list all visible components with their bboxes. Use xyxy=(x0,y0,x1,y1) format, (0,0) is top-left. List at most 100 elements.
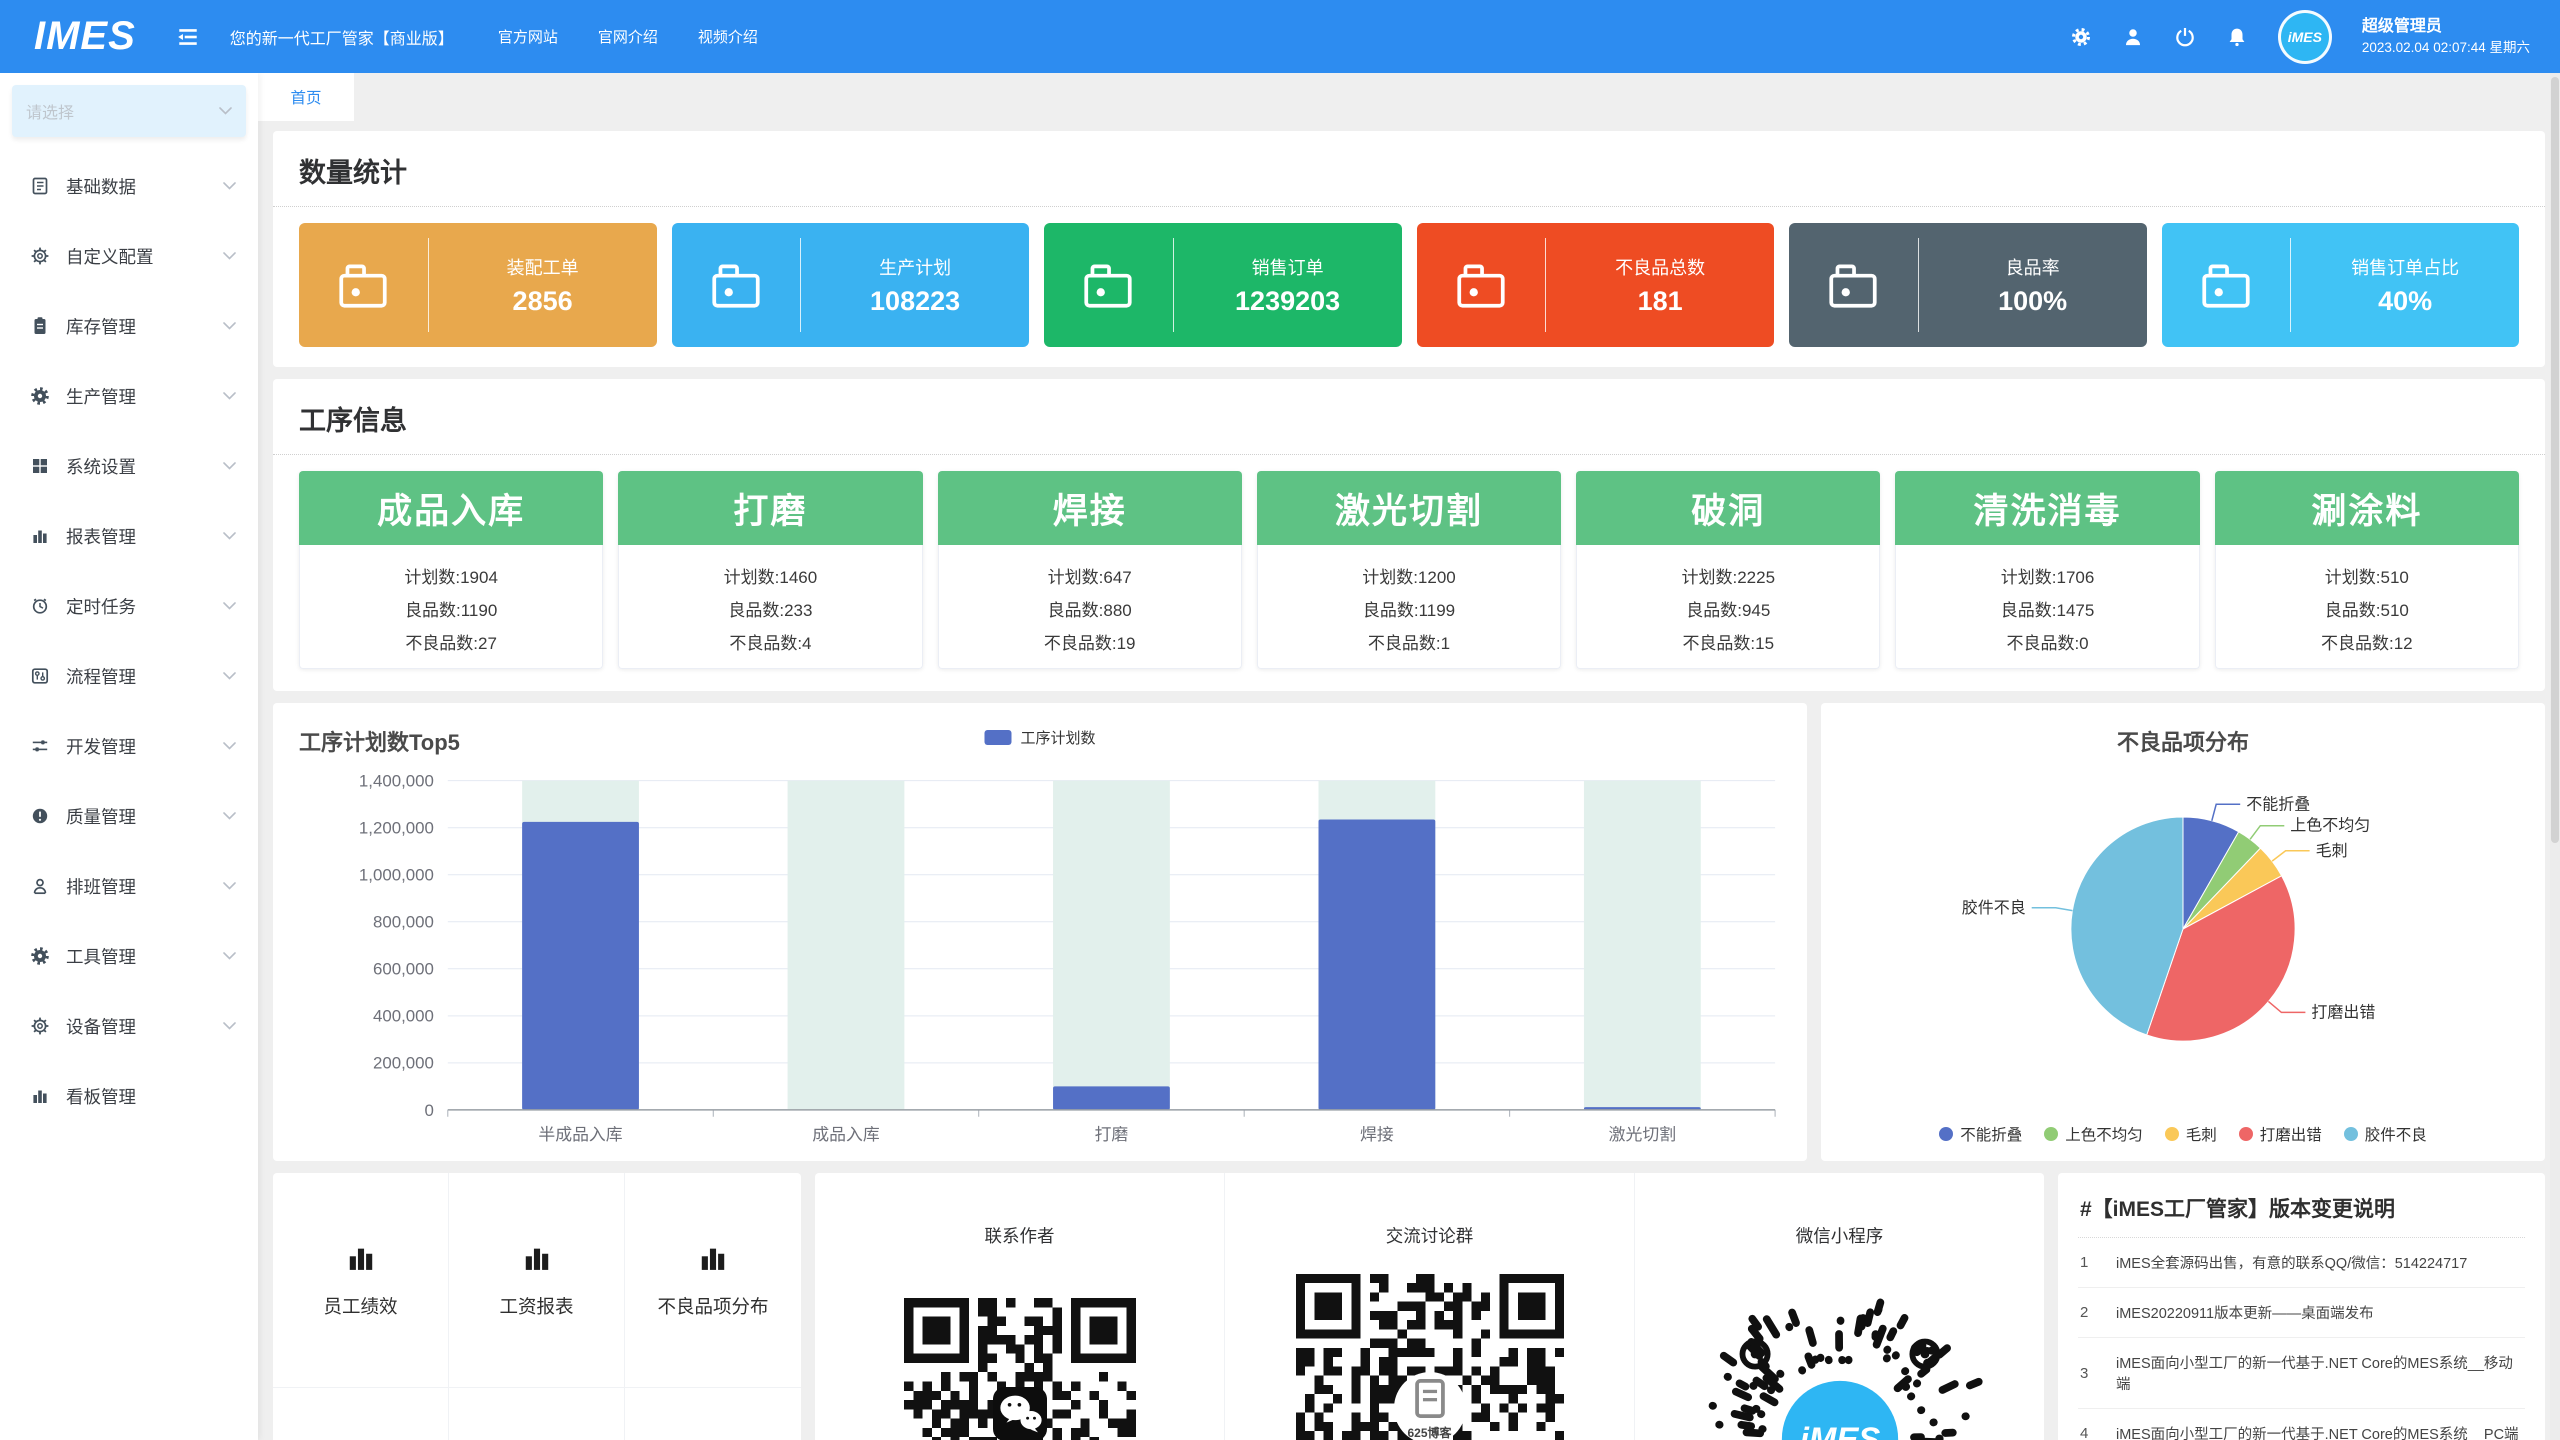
folder-icon xyxy=(672,256,801,314)
sidebar-item-production[interactable]: 生产管理 xyxy=(0,361,258,431)
chevron-down-icon xyxy=(223,322,236,330)
sidebar-item-shift[interactable]: 排班管理 xyxy=(0,851,258,921)
svg-text:400,000: 400,000 xyxy=(373,1007,434,1026)
scrollbar-thumb[interactable] xyxy=(2551,77,2559,843)
sidebar-item-custom-config[interactable]: 自定义配置 xyxy=(0,221,258,291)
bar-chart-legend[interactable]: 工序计划数 xyxy=(984,727,1095,748)
bar-chart-icon xyxy=(342,1241,380,1275)
sidebar-item-quality[interactable]: 质量管理 xyxy=(0,781,258,851)
bar-chart: 0200,000400,000600,000800,0001,000,0001,… xyxy=(299,765,1787,1153)
tab-bar: 首页 xyxy=(258,73,2560,121)
folder-icon xyxy=(1789,256,1918,314)
qr-section-author: 联系作者 扫一扫上面的二维码图案，加我为朋友。 xyxy=(815,1173,1224,1440)
alarm-clock-icon xyxy=(30,596,50,616)
bar-chart-icon xyxy=(694,1241,732,1275)
sidebar-item-base-data[interactable]: 基础数据 xyxy=(0,151,258,221)
folder-icon xyxy=(299,256,428,314)
chevron-down-icon xyxy=(223,952,236,960)
svg-text:600,000: 600,000 xyxy=(373,960,434,979)
nav-link-site-intro[interactable]: 官网介绍 xyxy=(598,26,658,47)
report-shortcuts-panel: 员工绩效 工资报表 不良品项分布 不良品项汇总 生产报表 产量统计 xyxy=(273,1173,801,1440)
svg-text:0: 0 xyxy=(425,1101,434,1120)
sidebar-item-development[interactable]: 开发管理 xyxy=(0,711,258,781)
notification-bell-icon[interactable] xyxy=(2226,26,2248,48)
sidebar-item-kanban[interactable]: 看板管理 xyxy=(0,1061,258,1131)
shortcut-production-report[interactable]: 生产报表 xyxy=(449,1388,625,1440)
changelog-item[interactable]: 2iMES20220911版本更新——桌面端发布 xyxy=(2078,1288,2525,1338)
changelog-title: #【iMES工厂管家】版本变更说明 xyxy=(2078,1189,2525,1238)
svg-text:1,000,000: 1,000,000 xyxy=(359,866,434,885)
legend-item[interactable]: 毛刺 xyxy=(2165,1123,2217,1145)
chevron-down-icon xyxy=(223,462,236,470)
process-card: 激光切割计划数:1200良品数:1199不良品数:1 xyxy=(1257,471,1561,669)
changelog-item[interactable]: 3iMES面向小型工厂的新一代基于.NET Core的MES系统__移动端 xyxy=(2078,1338,2525,1409)
chevron-down-icon xyxy=(223,252,236,260)
page-scrollbar[interactable] xyxy=(2550,73,2560,1440)
section-title-process: 工序信息 xyxy=(273,379,2545,455)
sidebar-item-system-settings[interactable]: 系统设置 xyxy=(0,431,258,501)
chevron-down-icon xyxy=(223,532,236,540)
process-card: 破洞计划数:2225良品数:945不良品数:15 xyxy=(1576,471,1880,669)
gear-outline-icon xyxy=(30,1016,50,1036)
process-card: 涮涂料计划数:510良品数:510不良品数:12 xyxy=(2215,471,2519,669)
sidebar-item-workflow[interactable]: 流程管理 xyxy=(0,641,258,711)
stat-card-production-plans: 生产计划108223 xyxy=(672,223,1030,347)
shortcut-output-stats[interactable]: 产量统计 xyxy=(625,1388,801,1440)
shortcut-salary-report[interactable]: 工资报表 xyxy=(449,1173,625,1388)
legend-item[interactable]: 上色不均匀 xyxy=(2044,1123,2143,1145)
sidebar-collapse-icon[interactable] xyxy=(176,27,200,47)
sidebar-item-reports[interactable]: 报表管理 xyxy=(0,501,258,571)
wechat-qr-code xyxy=(904,1298,1136,1440)
nav-link-video-intro[interactable]: 视频介绍 xyxy=(698,26,758,47)
nav-links: 官方网站 官网介绍 视频介绍 xyxy=(498,26,758,47)
changelog-item[interactable]: 4iMES面向小型工厂的新一代基于.NET Core的MES系统__PC端 xyxy=(2078,1409,2525,1440)
process-card: 成品入库计划数:1904良品数:1190不良品数:27 xyxy=(299,471,603,669)
stat-card-sales-ratio: 销售订单占比40% xyxy=(2162,223,2520,347)
legend-item[interactable]: 胶件不良 xyxy=(2344,1123,2427,1145)
sidebar-item-tools[interactable]: 工具管理 xyxy=(0,921,258,991)
datetime: 2023.02.04 02:07:44 星期六 xyxy=(2362,38,2530,58)
chevron-down-icon xyxy=(223,742,236,750)
process-card: 焊接计划数:647良品数:880不良品数:19 xyxy=(938,471,1242,669)
charts-row: 工序计划数Top5 工序计划数 0200,000400,000600,00080… xyxy=(273,703,2545,1161)
sidebar-item-inventory[interactable]: 库存管理 xyxy=(0,291,258,361)
process-cards-row: 成品入库计划数:1904良品数:1190不良品数:27 打磨计划数:1460良品… xyxy=(273,455,2545,691)
sidebar-item-equipment[interactable]: 设备管理 xyxy=(0,991,258,1061)
main-content: 数量统计 装配工单2856 生产计划108223 销售订单1239203 不良品… xyxy=(258,121,2560,1440)
process-card: 清洗消毒计划数:1706良品数:1475不良品数:0 xyxy=(1895,471,2199,669)
svg-text:焊接: 焊接 xyxy=(1360,1125,1394,1144)
shortcut-defect-distribution[interactable]: 不良品项分布 xyxy=(625,1173,801,1388)
quantity-stats-panel: 数量统计 装配工单2856 生产计划108223 销售订单1239203 不良品… xyxy=(273,131,2545,367)
bar-chart-panel: 工序计划数Top5 工序计划数 0200,000400,000600,00080… xyxy=(273,703,1807,1161)
folder-icon xyxy=(2162,256,2291,314)
process-info-panel: 工序信息 成品入库计划数:1904良品数:1190不良品数:27 打磨计划数:1… xyxy=(273,379,2545,691)
svg-text:iMES: iMES xyxy=(1799,1421,1880,1440)
legend-item[interactable]: 不能折叠 xyxy=(1939,1123,2022,1145)
sliders-icon xyxy=(30,736,50,756)
stat-card-yield-rate: 良品率100% xyxy=(1789,223,2147,347)
changelog-item[interactable]: 1iMES全套源码出售，有意的联系QQ/微信：514224717 xyxy=(2078,1238,2525,1288)
shortcut-defect-summary[interactable]: 不良品项汇总 xyxy=(273,1388,449,1440)
logout-power-icon[interactable] xyxy=(2174,26,2196,48)
shortcut-employee-performance[interactable]: 员工绩效 xyxy=(273,1173,449,1388)
svg-text:打磨: 打磨 xyxy=(1095,1125,1129,1144)
legend-item[interactable]: 打磨出错 xyxy=(2239,1123,2322,1145)
stat-card-sales-orders: 销售订单1239203 xyxy=(1044,223,1402,347)
svg-text:不能折叠: 不能折叠 xyxy=(2246,795,2310,813)
svg-text:激光切割: 激光切割 xyxy=(1609,1125,1676,1144)
gear-icon xyxy=(30,386,50,406)
wechat-miniprogram-code: iMESS xyxy=(1685,1284,1995,1440)
settings-icon[interactable] xyxy=(2070,26,2092,48)
sidebar-item-scheduled-tasks[interactable]: 定时任务 xyxy=(0,571,258,641)
menu-search-select[interactable]: 请选择 xyxy=(12,85,246,137)
avatar[interactable]: iMES xyxy=(2278,10,2332,64)
nav-link-official-site[interactable]: 官方网站 xyxy=(498,26,558,47)
qr-section-group: 交流讨论群 625博客 群名称:625博客 群 号:200884004 xyxy=(1224,1173,1634,1440)
pie-chart: 不能折叠上色不均匀毛刺打磨出错胶件不良 xyxy=(1833,757,2533,1097)
bar-chart-icon xyxy=(30,1086,50,1106)
tab-home[interactable]: 首页 xyxy=(258,73,354,121)
qr-section-miniprogram: 微信小程序 iMESS xyxy=(1634,1173,2044,1440)
app-title: 您的新一代工厂管家【商业版】 xyxy=(230,25,454,49)
document-icon xyxy=(30,176,50,196)
user-icon[interactable] xyxy=(2122,26,2144,48)
